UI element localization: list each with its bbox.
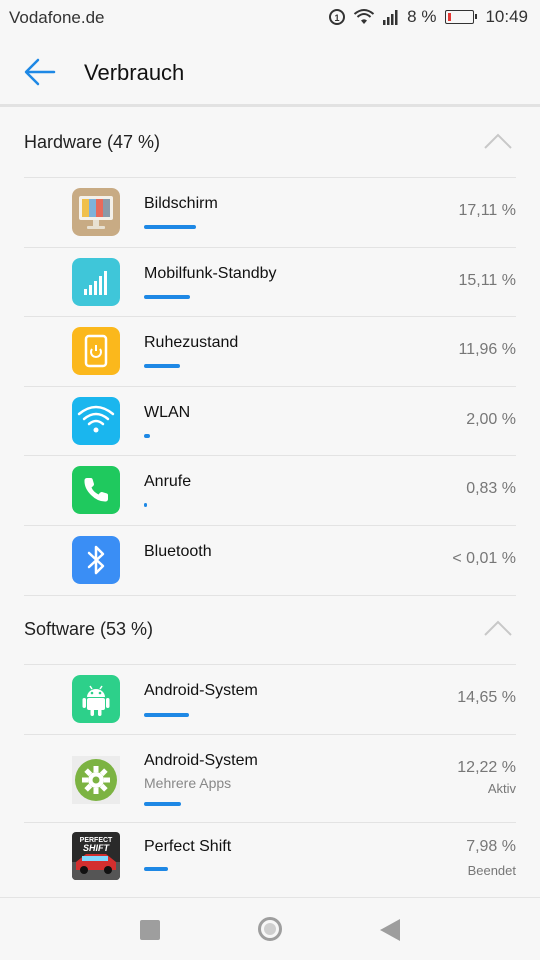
section-header-software[interactable]: Software (53 %) — [0, 595, 540, 665]
screen-icon — [72, 188, 120, 236]
divider — [24, 664, 516, 665]
item-name: Bildschirm — [144, 195, 218, 212]
item-status: Beendet — [467, 862, 516, 878]
item-name: Android-System — [144, 682, 258, 699]
item-percent: 14,65 % — [457, 689, 516, 706]
divider — [24, 177, 516, 178]
divider — [24, 316, 516, 318]
divider — [24, 821, 516, 823]
page-title: Verbrauch — [84, 60, 185, 85]
clock: 10:49 — [485, 7, 528, 26]
item-name: Android-System — [144, 751, 258, 769]
list-item[interactable]: Bluetooth < 0,01 % — [0, 524, 540, 595]
divider — [24, 524, 516, 526]
data-saver-icon: 1 — [328, 8, 346, 26]
back-button[interactable] — [380, 919, 400, 941]
hardware-list: Bildschirm 17,11 % Mobilfunk-Standby 15,… — [0, 177, 540, 595]
navigation-bar — [0, 897, 540, 960]
item-status: Aktiv — [487, 780, 516, 796]
item-name: Ruhezustand — [144, 334, 239, 352]
divider — [24, 455, 516, 457]
usage-bar — [144, 801, 182, 806]
status-icons: 1 8 % 10:49 — [328, 7, 528, 27]
list-item[interactable]: Anrufe 0,83 % — [0, 455, 540, 525]
app-header: Verbrauch — [0, 36, 540, 106]
list-item[interactable]: Mobilfunk-Standby 15,11 % — [0, 246, 540, 317]
usage-bar — [144, 713, 189, 717]
item-percent: 0,83 % — [466, 480, 516, 498]
carrier-name: Vodafone.de — [9, 8, 105, 27]
divider — [24, 733, 516, 735]
divider — [24, 385, 516, 387]
recents-button[interactable] — [140, 920, 160, 940]
list-item[interactable]: Android-System 14,65 % — [0, 664, 540, 734]
home-button[interactable] — [258, 917, 282, 941]
usage-bar — [144, 503, 147, 508]
signal-strength-icon — [382, 8, 400, 26]
list-item[interactable]: Ruhezustand 11,96 % — [0, 316, 540, 386]
bluetooth-icon — [72, 535, 120, 584]
item-percent: 7,98 % — [466, 837, 516, 855]
usage-bar — [144, 433, 151, 438]
item-percent: 2,00 % — [466, 410, 516, 428]
cellular-signal-icon — [72, 257, 120, 306]
item-percent: 17,11 % — [458, 202, 516, 219]
item-percent: < 0,01 % — [452, 549, 516, 567]
battery-icon — [445, 10, 478, 24]
item-name: Perfect Shift — [144, 837, 232, 855]
item-percent: 12,22 % — [457, 758, 516, 776]
phone-call-icon — [72, 466, 120, 515]
chevron-up-icon[interactable] — [484, 620, 512, 636]
list-item[interactable]: Bildschirm 17,11 % — [0, 177, 540, 247]
android-icon — [72, 675, 120, 723]
item-name: Bluetooth — [144, 542, 212, 560]
svg-text:SHIFT: SHIFT — [83, 843, 111, 853]
header-divider — [0, 104, 540, 107]
battery-percent: 8 % — [407, 7, 437, 26]
item-percent: 15,11 % — [458, 271, 516, 289]
usage-bar — [144, 225, 197, 229]
section-header-hardware[interactable]: Hardware (47 %) — [0, 108, 540, 178]
section-title-software: Software (53 %) — [24, 619, 154, 639]
divider — [24, 595, 516, 596]
back-arrow-icon[interactable] — [22, 54, 58, 90]
item-name: Mobilfunk-Standby — [144, 264, 277, 282]
settings-gear-icon — [72, 755, 120, 804]
list-item[interactable]: WLAN 2,00 % — [0, 385, 540, 456]
list-item[interactable]: Android-System Mehrere Apps 12,22 % Akti… — [0, 733, 540, 822]
status-bar: Vodafone.de 1 8 % 10:49 — [0, 0, 540, 36]
divider — [24, 246, 516, 248]
item-name: Anrufe — [144, 473, 192, 491]
svg-text:1: 1 — [335, 13, 340, 23]
usage-bar — [144, 364, 181, 369]
wifi-status-icon — [353, 8, 375, 26]
chevron-up-icon[interactable] — [484, 133, 512, 149]
list-item[interactable]: PERFECT SHIFT Perfect Shift 7,98 % Beende… — [0, 821, 540, 892]
item-name: WLAN — [144, 403, 191, 421]
item-subtitle: Mehrere Apps — [144, 774, 232, 791]
software-list: Android-System 14,65 % Android-System Me… — [0, 664, 540, 892]
item-percent: 11,96 % — [458, 341, 516, 359]
usage-bar — [144, 866, 169, 871]
idle-phone-icon — [72, 327, 120, 376]
usage-bar — [144, 294, 191, 299]
section-title-hardware: Hardware (47 %) — [24, 132, 161, 152]
perfect-shift-app-icon: PERFECT SHIFT — [72, 831, 120, 880]
wifi-icon — [72, 396, 120, 445]
